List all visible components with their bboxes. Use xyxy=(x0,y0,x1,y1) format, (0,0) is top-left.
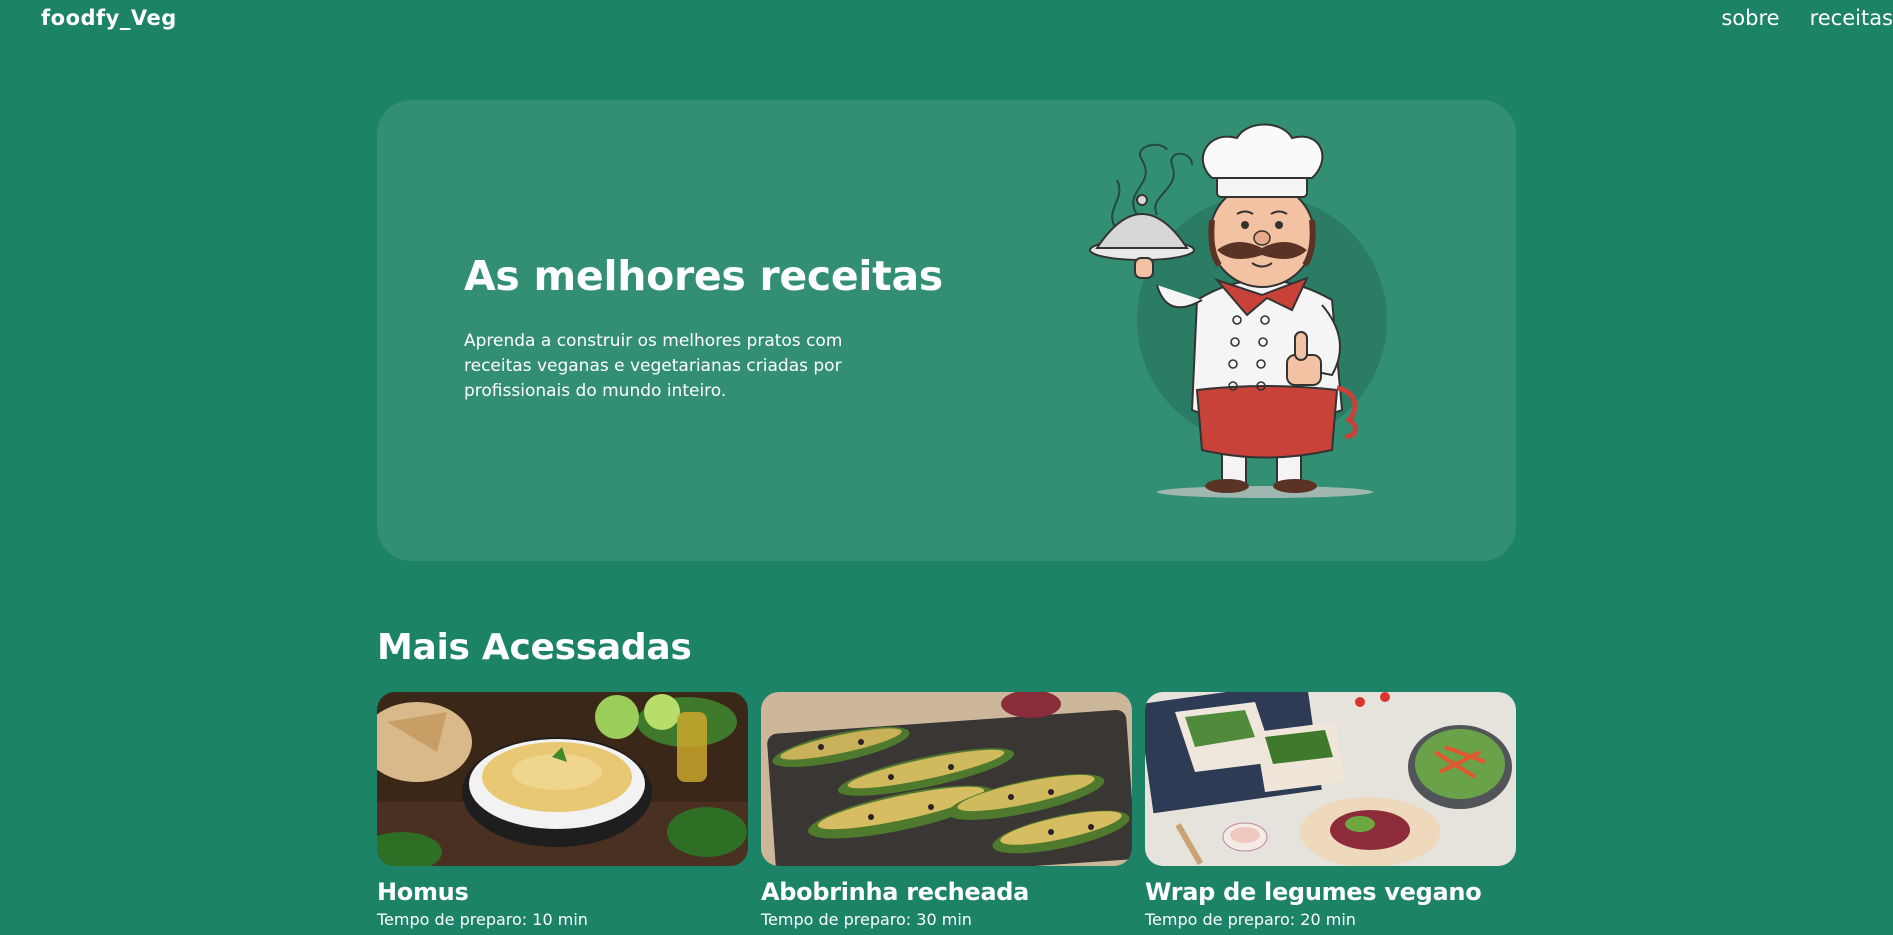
recipe-title[interactable]: Homus xyxy=(377,878,748,906)
hero-description: Aprenda a construir os melhores pratos c… xyxy=(464,331,843,401)
recipe-title[interactable]: Wrap de legumes vegano xyxy=(1145,878,1516,906)
hero-card: As melhores receitas Aprenda a construir… xyxy=(377,100,1516,561)
recipe-title[interactable]: Abobrinha recheada xyxy=(761,878,1132,906)
recipe-time: Tempo de preparo: 10 min xyxy=(377,910,588,929)
main-nav: sobre receitas xyxy=(1721,6,1893,30)
zucchini-photo[interactable] xyxy=(761,692,1132,866)
nav-link-receitas[interactable]: receitas xyxy=(1810,6,1893,30)
recipe-time: Tempo de preparo: 30 min xyxy=(761,910,972,929)
recipe-card-abobrinha[interactable]: Abobrinha recheada Tempo de preparo: 30 … xyxy=(761,692,1132,929)
nav-link-sobre[interactable]: sobre xyxy=(1721,6,1779,30)
recipe-time: Tempo de preparo: 20 min xyxy=(1145,910,1356,929)
wrap-photo[interactable] xyxy=(1145,692,1516,866)
recipe-card-homus[interactable]: Homus Tempo de preparo: 10 min xyxy=(377,692,748,929)
section-title: Mais Acessadas xyxy=(377,627,692,668)
page: foodfy_Veg sobre receitas As melhores re… xyxy=(0,0,1893,935)
logo[interactable]: foodfy_Veg xyxy=(41,6,177,30)
homus-photo[interactable] xyxy=(377,692,748,866)
recipe-card-wrap[interactable]: Wrap de legumes vegano Tempo de preparo:… xyxy=(1145,692,1516,929)
chef-illustration xyxy=(1089,123,1387,498)
recipe-card-list: Homus Tempo de preparo: 10 min Abobrinha… xyxy=(377,692,1516,929)
hero-title: As melhores receitas xyxy=(464,252,943,300)
